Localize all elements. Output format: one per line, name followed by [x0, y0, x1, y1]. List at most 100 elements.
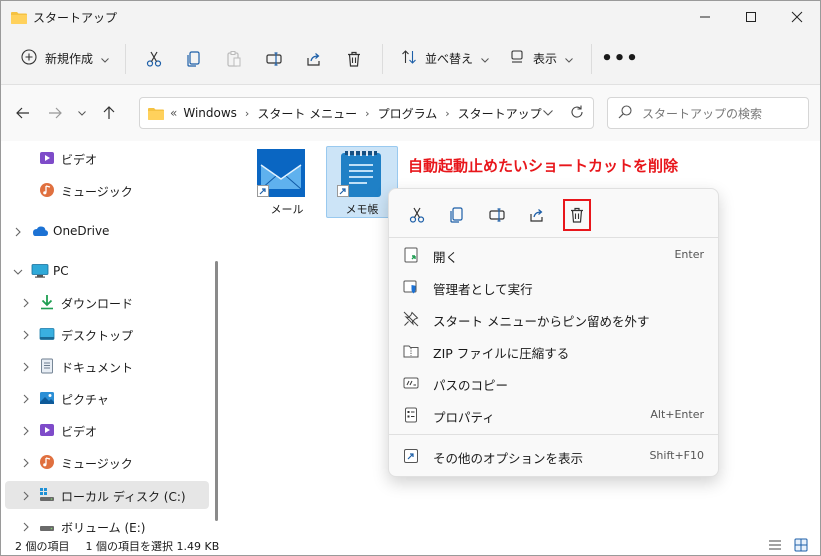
- refresh-button[interactable]: [569, 104, 585, 123]
- sidebar-item-local-disk-c[interactable]: ローカル ディスク (C:): [5, 481, 209, 509]
- sidebar-item-label: ダウンロード: [61, 297, 134, 311]
- sidebar-item-downloads[interactable]: ダウンロード: [5, 288, 209, 316]
- sidebar-item-music[interactable]: ミュージック: [5, 448, 209, 476]
- breadcrumb-start-menu[interactable]: スタート メニュー: [257, 105, 357, 122]
- chevron-down-icon: [565, 52, 573, 66]
- new-label: 新規作成: [45, 52, 94, 66]
- music-icon: [39, 182, 55, 198]
- rename-icon: [489, 208, 505, 222]
- sidebar-item-pc[interactable]: PC: [5, 257, 209, 285]
- menu-item-label: 開く: [433, 250, 459, 265]
- breadcrumb-programs[interactable]: プログラム: [378, 105, 438, 122]
- chevron-right-icon[interactable]: [21, 361, 31, 372]
- chevron-right-icon[interactable]: [21, 425, 31, 436]
- shortcut-arrow-icon: [337, 185, 349, 197]
- chevron-right-icon[interactable]: [21, 457, 31, 468]
- annotation-text: 自動起動止めたいショートカットを削除: [408, 157, 679, 175]
- large-icons-view-button[interactable]: [794, 538, 808, 555]
- chevron-down-icon: [543, 110, 553, 116]
- menu-item-label: 管理者として実行: [433, 282, 533, 297]
- maximize-button[interactable]: [728, 1, 774, 33]
- search-icon: [618, 104, 632, 122]
- drive-icon: [39, 518, 55, 534]
- chevron-right-icon[interactable]: ›: [365, 107, 369, 120]
- search-box[interactable]: スタートアップの検索: [607, 97, 809, 129]
- chevron-right-icon[interactable]: [21, 521, 31, 532]
- context-copy-button[interactable]: [437, 197, 477, 233]
- file-item-mail[interactable]: メール: [251, 147, 323, 219]
- delete-button[interactable]: [334, 43, 374, 75]
- file-name: メモ帳: [345, 203, 379, 216]
- view-button[interactable]: 表示: [499, 43, 583, 75]
- menu-item-open[interactable]: 開く Enter: [393, 239, 716, 271]
- sidebar-item-onedrive[interactable]: OneDrive: [5, 217, 209, 245]
- trash-icon: [571, 207, 583, 223]
- sidebar-item-pictures[interactable]: ピクチャ: [5, 384, 209, 412]
- sort-icon: [401, 49, 417, 68]
- search-placeholder: スタートアップの検索: [642, 106, 763, 121]
- up-button[interactable]: [93, 97, 125, 129]
- menu-item-compress-zip[interactable]: ZIP ファイルに圧縮する: [393, 335, 716, 367]
- chevron-right-icon[interactable]: [21, 297, 31, 308]
- chevron-down-icon[interactable]: [13, 266, 23, 276]
- menu-item-shortcut: Enter: [674, 248, 704, 261]
- breadcrumb-startup[interactable]: スタートアップ: [458, 105, 542, 122]
- context-cut-button[interactable]: [397, 197, 437, 233]
- context-share-button[interactable]: [517, 197, 557, 233]
- paste-button[interactable]: [214, 43, 254, 75]
- menu-item-properties[interactable]: プロパティ Alt+Enter: [393, 399, 716, 431]
- selection-info: 1 個の項目を選択 1.49 KB: [85, 539, 220, 553]
- more-options-button[interactable]: •••: [600, 43, 640, 75]
- chevron-down-icon: [481, 52, 489, 66]
- address-history-button[interactable]: [543, 105, 553, 119]
- breadcrumb-overflow[interactable]: «: [170, 106, 177, 120]
- chevron-right-icon[interactable]: ›: [445, 107, 449, 120]
- folder-icon: [11, 11, 27, 24]
- unpin-icon: [403, 311, 419, 327]
- menu-item-run-as-admin[interactable]: 管理者として実行: [393, 271, 716, 303]
- context-delete-button[interactable]: [561, 197, 593, 233]
- sidebar-item-videos-quick[interactable]: ビデオ: [5, 144, 209, 172]
- chevron-right-icon[interactable]: [21, 329, 31, 340]
- menu-item-unpin-start[interactable]: スタート メニューからピン留めを外す: [393, 303, 716, 335]
- chevron-right-icon[interactable]: ›: [245, 107, 249, 120]
- rename-button[interactable]: [254, 43, 294, 75]
- menu-item-more-options[interactable]: その他のオプションを表示 Shift+F10: [393, 440, 716, 472]
- menu-item-copy-path[interactable]: パスのコピー: [393, 367, 716, 399]
- breadcrumb-windows[interactable]: Windows: [183, 106, 237, 120]
- close-button[interactable]: [774, 1, 820, 33]
- divider: [389, 237, 718, 238]
- new-button[interactable]: 新規作成: [13, 43, 117, 75]
- navigation-pane: ビデオ ミュージック OneDrive PC ダウンロード デスクトップ ドキュ…: [1, 141, 225, 534]
- sort-button[interactable]: 並べ替え: [391, 43, 499, 75]
- back-button[interactable]: [7, 97, 39, 129]
- cloud-icon: [31, 223, 48, 239]
- copy-button[interactable]: [174, 43, 214, 75]
- shortcut-arrow-icon: [257, 185, 269, 197]
- sidebar-item-volume-e[interactable]: ボリューム (E:): [5, 512, 209, 534]
- address-bar[interactable]: « Windows › スタート メニュー › プログラム › スタートアップ: [139, 97, 594, 129]
- recent-locations-button[interactable]: [71, 97, 93, 129]
- list-view-icon: [769, 540, 781, 550]
- divider: [591, 43, 593, 74]
- details-view-button[interactable]: [768, 538, 782, 555]
- share-button[interactable]: [294, 43, 334, 75]
- context-rename-button[interactable]: [477, 197, 517, 233]
- sidebar-item-videos[interactable]: ビデオ: [5, 416, 209, 444]
- menu-item-shortcut: Shift+F10: [649, 449, 704, 462]
- share-icon: [307, 52, 320, 66]
- sidebar-item-desktop[interactable]: デスクトップ: [5, 320, 209, 348]
- chevron-right-icon[interactable]: [21, 393, 31, 404]
- forward-button[interactable]: [39, 97, 71, 129]
- sidebar-scrollbar[interactable]: [215, 261, 218, 521]
- chevron-down-icon: [101, 52, 109, 66]
- chevron-right-icon[interactable]: [21, 490, 31, 501]
- sidebar-item-label: OneDrive: [53, 224, 110, 238]
- chevron-right-icon[interactable]: [13, 226, 23, 237]
- grid-view-icon: [794, 538, 808, 552]
- sidebar-item-music-quick[interactable]: ミュージック: [5, 176, 209, 204]
- sidebar-item-documents[interactable]: ドキュメント: [5, 352, 209, 380]
- cut-button[interactable]: [134, 43, 174, 75]
- minimize-button[interactable]: [682, 1, 728, 33]
- context-menu-quick-actions: [397, 197, 593, 233]
